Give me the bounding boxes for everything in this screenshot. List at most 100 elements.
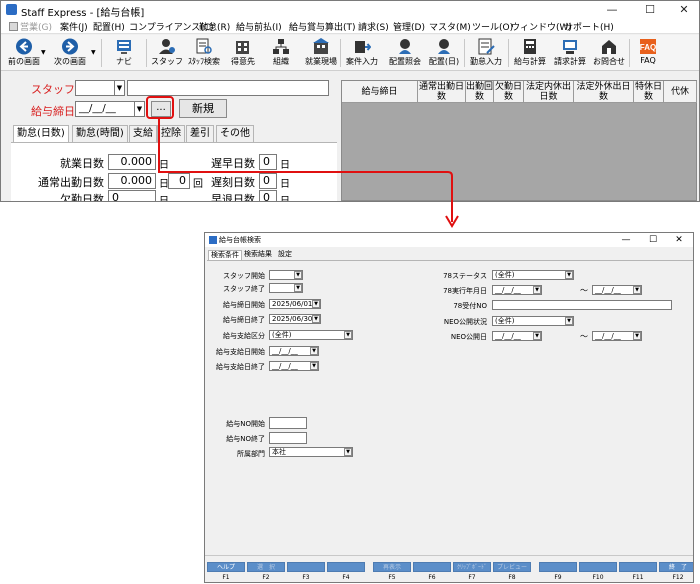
next-dropdown-icon[interactable]: ▼ bbox=[91, 49, 96, 56]
toolbar: 前の画面 ▼ 次の画面 ▼ ナビ スタッフ ｽﾀｯﾌ検索 得意先 組織 就業現場… bbox=[1, 35, 699, 71]
menu-sales[interactable]: 営業(G) bbox=[9, 20, 52, 33]
sales-icon bbox=[9, 22, 18, 31]
menu-placement[interactable]: 配置(H) bbox=[93, 20, 125, 33]
function-key-label: F8 bbox=[508, 574, 516, 581]
attendance-entry-icon bbox=[478, 38, 495, 55]
tab-attendance-hours[interactable]: 勤怠(時間) bbox=[72, 125, 128, 142]
function-key-f9-button[interactable] bbox=[539, 562, 577, 572]
function-key-f6-button[interactable] bbox=[413, 562, 451, 572]
absent-days-unit: 日 bbox=[159, 196, 169, 202]
function-key-label: F5 bbox=[388, 574, 396, 581]
function-key-f5-button[interactable]: 再表示 bbox=[373, 562, 411, 572]
function-key-label: F1 bbox=[222, 574, 230, 581]
customer-icon bbox=[236, 41, 249, 54]
menu-billing[interactable]: 請求(S) bbox=[358, 20, 389, 33]
highlight-box bbox=[146, 96, 174, 119]
late-days-field[interactable]: 0 bbox=[259, 173, 277, 189]
grid-header[interactable]: 法定外休出日数 bbox=[574, 81, 634, 103]
grid-header[interactable]: 欠勤日数 bbox=[494, 81, 524, 103]
chevron-down-icon[interactable]: ▼ bbox=[114, 81, 124, 95]
grid-header[interactable]: 通常出勤日数 bbox=[418, 81, 466, 103]
function-key-f4-button[interactable] bbox=[327, 562, 365, 572]
maximize-button[interactable]: ☐ bbox=[637, 2, 663, 18]
arrow-right-icon bbox=[62, 38, 78, 55]
menu-payroll[interactable]: 給与賞与算出(T) bbox=[289, 20, 356, 33]
grid-header[interactable]: 法定内休出日数 bbox=[524, 81, 574, 103]
function-key-f11-button[interactable] bbox=[619, 562, 657, 572]
menu-advance[interactable]: 給与前払(I) bbox=[236, 20, 282, 33]
tab-payment[interactable]: 支給 bbox=[129, 125, 157, 142]
grid-header[interactable]: 特休日数 bbox=[634, 81, 664, 103]
job-entry-icon bbox=[355, 41, 371, 53]
leave-days-label: 早退日数 bbox=[211, 193, 255, 202]
navi-button[interactable]: ナビ bbox=[101, 37, 147, 69]
function-key-f7-button[interactable]: ｸﾘｯﾌﾟﾎﾞｰﾄﾞ bbox=[453, 562, 491, 572]
app-icon bbox=[6, 4, 17, 15]
placement-inquiry-icon bbox=[399, 39, 411, 54]
late-days-label: 遅刻日数 bbox=[211, 176, 255, 189]
tab-attendance-days[interactable]: 勤怠(日数) bbox=[13, 125, 69, 142]
arrow-left-icon bbox=[16, 38, 32, 55]
function-key-bar: ヘルプ F1 選 択 F2 F3 F4 再表示 F5 F6 ｸﾘｯﾌﾟﾎﾞｰﾄﾞ F7 プレビュー F8… bbox=[205, 233, 693, 582]
menu-support[interactable]: サポート(H) bbox=[564, 20, 614, 33]
early-days-unit: 日 bbox=[280, 160, 290, 171]
work-days-unit: 日 bbox=[159, 160, 169, 171]
data-grid[interactable]: 給与締日 通常出勤日数 出勤回数 欠勤日数 法定内休出日数 法定外休出日数 特休… bbox=[341, 80, 697, 201]
function-key-label: F3 bbox=[302, 574, 310, 581]
menu-attendance[interactable]: 勤怠(R) bbox=[199, 20, 230, 33]
function-key-label: F4 bbox=[342, 574, 350, 581]
normal-days-label: 通常出勤日数 bbox=[38, 176, 104, 189]
function-key-f3-button[interactable] bbox=[287, 562, 325, 572]
staff-name-field bbox=[127, 80, 329, 96]
early-days-field[interactable]: 0 bbox=[259, 154, 277, 170]
late-days-unit: 日 bbox=[280, 179, 290, 190]
title-bar: Staff Express - [給与台帳] — ☐ ✕ bbox=[1, 1, 699, 19]
inquiry-icon bbox=[602, 40, 616, 54]
menu-job[interactable]: 案件(J) bbox=[60, 20, 88, 33]
worksite-button[interactable]: 就業現場 bbox=[298, 37, 344, 69]
staff-no-combo[interactable]: ▼ bbox=[75, 80, 125, 96]
grid-header[interactable]: 給与締日 bbox=[342, 81, 418, 103]
menu-master[interactable]: マスタ(M) bbox=[429, 20, 471, 33]
normal-days-field[interactable]: 0.000 bbox=[108, 173, 156, 189]
function-key-label: F2 bbox=[262, 574, 270, 581]
faq-icon: FAQ bbox=[640, 39, 656, 54]
next-screen-button[interactable]: 次の画面 bbox=[47, 37, 93, 69]
menu-admin[interactable]: 管理(D) bbox=[393, 20, 425, 33]
grid-header[interactable]: 出勤回数 bbox=[466, 81, 494, 103]
new-button[interactable]: 新規 bbox=[179, 99, 227, 118]
menu-tools[interactable]: ツール(O) bbox=[472, 20, 513, 33]
calendar-dropdown-icon[interactable]: ▼ bbox=[134, 102, 144, 116]
payroll-calc-icon bbox=[524, 39, 536, 54]
function-key-f1-button[interactable]: ヘルプ bbox=[207, 562, 245, 572]
attendance-entry-button[interactable]: 勤怠入力 bbox=[463, 37, 509, 69]
menu-bar: 営業(G) 案件(J) 配置(H) コンプライアンス(C) 勤怠(R) 給与前払… bbox=[1, 19, 699, 34]
minimize-button[interactable]: — bbox=[599, 2, 625, 18]
normal-count-field[interactable]: 0 bbox=[168, 173, 190, 189]
search-window: 給与台帳検索 — ☐ ✕ 検索条件 検索結果 設定 スタッフ開始 ▼ スタッフ終… bbox=[204, 232, 694, 583]
function-key-f2-button[interactable]: 選 択 bbox=[247, 562, 285, 572]
grid-header[interactable]: 代休 bbox=[664, 81, 697, 103]
staff-icon bbox=[159, 39, 175, 54]
faq-button[interactable]: FAQ FAQ bbox=[625, 37, 671, 69]
prev-dropdown-icon[interactable]: ▼ bbox=[41, 49, 46, 56]
menu-window[interactable]: ウィンドウ(W) bbox=[511, 20, 572, 33]
function-key-f10-button[interactable] bbox=[579, 562, 617, 572]
absent-days-label: 欠勤日数 bbox=[60, 193, 104, 202]
function-key-f12-button[interactable]: 終 了 bbox=[659, 562, 693, 572]
tab-net[interactable]: 差引 bbox=[186, 125, 214, 142]
billing-calc-icon bbox=[563, 40, 577, 54]
placement-day-button[interactable]: 配置(日) bbox=[421, 37, 467, 69]
tab-deduction[interactable]: 控除 bbox=[157, 125, 185, 142]
work-days-field[interactable]: 0.000 bbox=[108, 154, 156, 170]
function-key-label: F11 bbox=[632, 574, 644, 581]
tab-other[interactable]: その他 bbox=[216, 125, 254, 142]
close-button[interactable]: ✕ bbox=[671, 2, 697, 18]
leave-days-field[interactable]: 0 bbox=[259, 190, 277, 201]
closing-date-field[interactable]: __/__/__ ▼ bbox=[75, 101, 145, 117]
early-days-label: 遅早日数 bbox=[211, 157, 255, 170]
absent-days-field[interactable]: 0 bbox=[108, 190, 156, 201]
job-entry-button[interactable]: 案件入力 bbox=[339, 37, 385, 69]
function-key-f8-button[interactable]: プレビュー bbox=[493, 562, 531, 572]
function-key-label: F9 bbox=[554, 574, 562, 581]
